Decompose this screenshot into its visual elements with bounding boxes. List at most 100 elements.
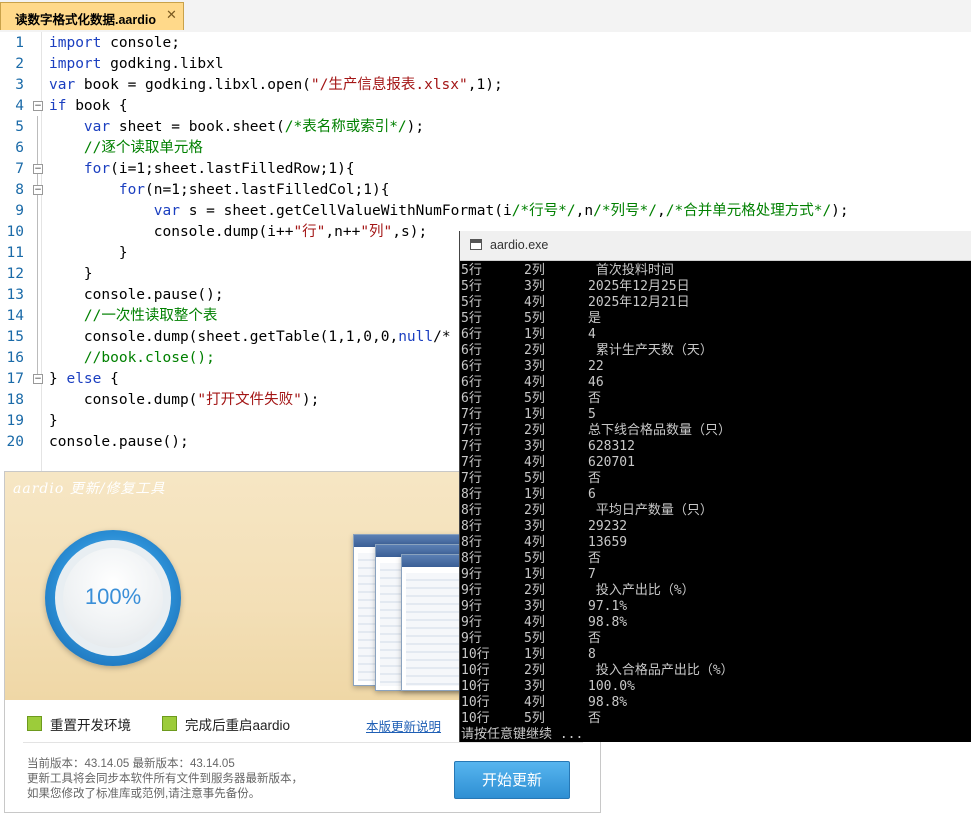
console-col-index: 3列 [524,519,545,534]
console-row-index: 9行 [461,567,482,582]
console-row: 7行 4列 620701 [460,455,971,471]
code-text: if book { [49,98,128,114]
console-row-index: 6行 [461,391,482,406]
console-row-index: 6行 [461,343,482,358]
line-number: 8 [15,182,24,198]
fold-toggle-icon[interactable]: − [33,374,43,384]
console-row: 7行 3列 628312 [460,439,971,455]
version-info: 当前版本：43.14.05 最新版本：43.14.05 [27,758,235,770]
line-number: 7 [15,161,24,177]
fold-toggle-icon[interactable]: − [33,164,43,174]
console-row: 10行 4列 98.8% [460,695,971,711]
console-row-index: 6行 [461,359,482,374]
code-text: var book = godking.libxl.open("/生产信息报表.x… [49,77,503,93]
code-line[interactable]: 9 var s = sheet.getCellValueWithNumForma… [0,201,971,222]
console-row: 6行 2列 累计生产天数（天） [460,343,971,359]
code-line[interactable]: 4− if book { [0,96,971,117]
console-row-index: 7行 [461,471,482,486]
line-number: 9 [15,203,24,219]
start-update-button[interactable]: 开始更新 [454,761,570,799]
console-cell-value: 98.8% [588,615,628,630]
console-row-index: 9行 [461,599,482,614]
console-cell-value: 22 [588,359,604,374]
console-row: 6行 4列 46 [460,375,971,391]
console-row: 10行 3列 100.0% [460,679,971,695]
console-row-index: 8行 [461,503,482,518]
progress-percent: 100% [84,584,142,609]
console-row-index: 5行 [461,279,482,294]
console-app-icon [470,239,482,250]
release-notes-link[interactable]: 本版更新说明 [366,716,441,735]
editor-tab-bar: 读数字格式化数据.aardio ✕ [0,0,971,33]
restart-checkbox[interactable] [162,716,177,731]
console-titlebar[interactable]: aardio.exe [460,231,971,261]
console-cell-value: 投入产出比（%） [588,583,695,598]
console-row-index: 9行 [461,631,482,646]
console-cell-value: 投入合格品产出比（%） [588,663,734,678]
console-row: 10行 1列 8 [460,647,971,663]
code-text: for(i=1;sheet.lastFilledRow;1){ [83,161,355,177]
console-col-index: 4列 [524,455,545,470]
console-col-index: 1列 [524,407,545,422]
console-row-index: 5行 [461,311,482,326]
console-row: 9行 4列 98.8% [460,615,971,631]
reset-env-label[interactable]: 重置开发环境 [50,714,131,734]
fold-toggle-icon[interactable]: − [33,101,43,111]
console-row: 8行 5列 否 [460,551,971,567]
console-row-index: 7行 [461,423,482,438]
reset-env-checkbox[interactable] [27,716,42,731]
console-row: 7行 2列 总下线合格品数量（只） [460,423,971,439]
console-col-index: 4列 [524,615,545,630]
close-icon[interactable]: ✕ [166,8,177,23]
code-line[interactable]: 5 var sheet = book.sheet(/*表名称或索引*/); [0,117,971,138]
updater-divider [23,742,583,743]
line-number: 11 [6,245,24,261]
code-line[interactable]: 3 var book = godking.libxl.open("/生产信息报表.… [0,75,971,96]
console-cell-value: 7 [588,567,596,582]
code-text: } [49,266,93,282]
restart-label[interactable]: 完成后重启aardio [185,714,290,734]
console-row: 9行 3列 97.1% [460,599,971,615]
code-line[interactable]: 8− for(n=1;sheet.lastFilledCol;1){ [0,180,971,201]
code-text: console.dump(sheet.getTable(1,1,0,0,null… [49,329,451,345]
tab-file[interactable]: 读数字格式化数据.aardio ✕ [0,2,184,30]
fold-toggle-icon[interactable]: − [33,185,43,195]
console-row: 8行 1列 6 [460,487,971,503]
console-row: 8行 3列 29232 [460,519,971,535]
console-col-index: 2列 [524,503,545,518]
code-line[interactable]: 1 import console; [0,33,971,54]
console-cell-value: 否 [588,391,602,406]
code-text: var s = sheet.getCellValueWithNumFormat(… [153,203,849,219]
console-row: 6行 5列 否 [460,391,971,407]
console-window[interactable]: aardio.exe 5行 2列 首次投料时间 5行 3列 2025年12月25日 5行 4… [459,231,971,742]
line-number: 12 [6,266,24,282]
console-row-index: 7行 [461,439,482,454]
console-cell-value: 首次投料时间 [588,263,674,278]
console-cell-value: 46 [588,375,604,390]
console-row-index: 10行 [461,663,490,678]
console-row: 6行 1列 4 [460,327,971,343]
code-line[interactable]: 2 import godking.libxl [0,54,971,75]
console-pause-prompt: 请按任意键继续 ... [460,727,971,742]
line-number: 1 [15,35,24,51]
console-cell-value: 总下线合格品数量（只） [588,423,732,438]
console-col-index: 5列 [524,391,545,406]
code-text: import console; [49,35,180,51]
console-row: 7行 5列 否 [460,471,971,487]
console-row-index: 8行 [461,535,482,550]
console-col-index: 4列 [524,535,545,550]
console-col-index: 5列 [524,311,545,326]
console-row-index: 10行 [461,695,490,710]
console-title: aardio.exe [490,238,549,252]
console-col-index: 2列 [524,423,545,438]
console-row-index: 9行 [461,615,482,630]
console-cell-value: 平均日产数量（只） [588,503,713,518]
console-cell-value: 29232 [588,519,628,534]
code-text: import godking.libxl [49,56,224,72]
console-row: 5行 5列 是 [460,311,971,327]
console-col-index: 5列 [524,551,545,566]
console-col-index: 2列 [524,263,545,278]
code-line[interactable]: 6 //逐个读取单元格 [0,138,971,159]
code-line[interactable]: 7− for(i=1;sheet.lastFilledRow;1){ [0,159,971,180]
console-col-index: 3列 [524,599,545,614]
